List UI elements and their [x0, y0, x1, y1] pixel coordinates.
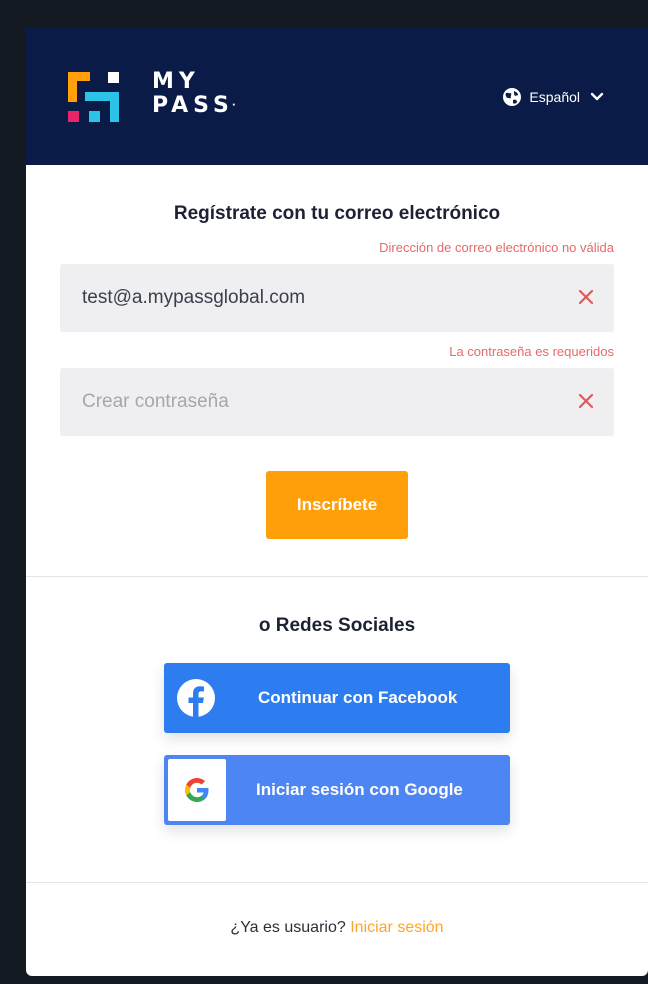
facebook-login-button[interactable]: Continuar con Facebook	[164, 663, 510, 733]
password-error-message: La contraseña es requeridos	[449, 344, 614, 359]
google-login-label: Iniciar sesión con Google	[256, 780, 463, 799]
signup-button[interactable]: Inscríbete	[266, 471, 408, 539]
window-edge-left	[0, 0, 26, 984]
password-field[interactable]	[82, 368, 552, 436]
language-label: Español	[529, 89, 580, 105]
signup-card: MY PASS· Español Regístrate con tu corre…	[26, 28, 648, 976]
footer-divider	[26, 882, 648, 883]
section-divider	[26, 576, 648, 577]
brand-line-1: MY	[152, 69, 200, 94]
login-prompt: ¿Ya es usuario? Iniciar sesión	[26, 919, 648, 937]
social-section-title: o Redes Sociales	[258, 615, 416, 636]
google-login-button[interactable]: Iniciar sesión con Google	[164, 755, 510, 825]
email-field-container	[60, 264, 614, 332]
facebook-login-label: Continuar con Facebook	[258, 688, 458, 707]
close-icon[interactable]	[578, 393, 594, 409]
password-field-container	[60, 368, 614, 436]
google-icon-box	[168, 759, 226, 821]
brand-mark: ·	[231, 100, 236, 111]
chevron-down-icon	[590, 92, 604, 101]
brand-name: MY PASS·	[152, 70, 236, 118]
form-title: Regístrate con tu correo electrónico	[173, 203, 501, 224]
language-selector[interactable]: Español	[502, 87, 604, 107]
login-prompt-text: ¿Ya es usuario?	[230, 919, 346, 936]
close-icon[interactable]	[578, 289, 594, 305]
header-bar: MY PASS· Español	[26, 28, 648, 165]
globe-icon	[503, 88, 522, 106]
email-error-message: Dirección de correo electrónico no válid…	[379, 240, 614, 255]
email-field[interactable]	[82, 264, 552, 332]
login-link[interactable]: Iniciar sesión	[350, 919, 443, 936]
facebook-icon	[177, 679, 215, 717]
mypass-logo-icon	[68, 72, 119, 122]
google-icon	[185, 778, 209, 802]
window-edge-top	[0, 0, 648, 28]
brand-line-2: PASS	[152, 93, 234, 118]
